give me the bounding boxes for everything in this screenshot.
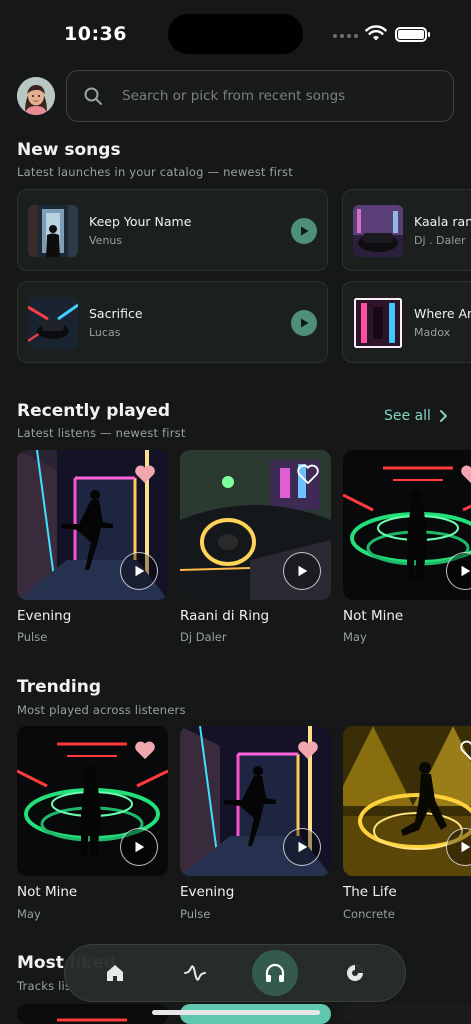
song-tile[interactable]: [343, 726, 471, 876]
play-button[interactable]: [283, 828, 321, 866]
song-cover: [353, 205, 403, 257]
heart-icon[interactable]: [134, 464, 156, 484]
chevron-right-icon: [439, 410, 447, 422]
song-title: Where Am I: [414, 306, 471, 321]
trending-title: Trending: [17, 677, 102, 697]
song-title: Raani di Ring: [180, 608, 270, 624]
song-artist: Dj . Daler: [414, 234, 466, 247]
song-tile[interactable]: [343, 450, 471, 600]
play-icon: [301, 318, 309, 328]
new-song-card[interactable]: Kaala ranga Dj . Daler: [342, 189, 471, 271]
battery-icon: [395, 27, 430, 42]
nav-home[interactable]: [92, 950, 138, 996]
song-cover: [57, 1018, 127, 1022]
see-all-label: See all: [384, 408, 431, 424]
song-artist: Madox: [414, 326, 451, 339]
song-cover: [28, 297, 78, 349]
headphones-icon: [265, 963, 285, 982]
signal-icon: [333, 34, 358, 38]
song-tile[interactable]: [343, 1004, 471, 1024]
home-indicator: [152, 1010, 320, 1015]
play-button[interactable]: [120, 828, 158, 866]
recently-played-subtitle: Latest listens — newest first: [17, 426, 186, 440]
heart-icon[interactable]: [297, 464, 319, 484]
dynamic-island: [168, 14, 303, 54]
song-cover: [28, 205, 78, 257]
heart-icon[interactable]: [460, 740, 471, 760]
search-input[interactable]: [122, 88, 422, 104]
new-song-card[interactable]: Where Am I Madox: [342, 281, 471, 363]
new-songs-title: New songs: [17, 140, 121, 160]
wifi-icon: [365, 25, 387, 41]
pulse-icon: [184, 965, 206, 981]
song-title: Not Mine: [17, 884, 78, 900]
song-artist: Lucas: [89, 326, 121, 339]
heart-icon[interactable]: [460, 464, 471, 484]
song-title: Not Mine: [343, 608, 404, 624]
search-bar[interactable]: [66, 70, 454, 122]
new-song-card[interactable]: Keep Your Name Venus: [17, 189, 328, 271]
play-button[interactable]: [283, 552, 321, 590]
play-icon: [301, 226, 309, 236]
avatar[interactable]: [17, 77, 55, 115]
song-tile[interactable]: [17, 726, 168, 876]
heart-icon[interactable]: [297, 740, 319, 760]
play-icon: [135, 565, 145, 577]
play-icon: [135, 841, 145, 853]
play-button[interactable]: [120, 552, 158, 590]
song-artist: Pulse: [17, 630, 48, 644]
song-artist: May: [343, 630, 367, 644]
song-artist: Dj Daler: [180, 630, 227, 644]
play-icon: [461, 841, 471, 853]
song-title: Keep Your Name: [89, 214, 192, 229]
song-artist: May: [17, 907, 41, 921]
search-icon: [84, 87, 102, 105]
recently-played-title: Recently played: [17, 401, 171, 421]
stats-icon: [347, 965, 363, 981]
nav-activity[interactable]: [172, 950, 218, 996]
play-button[interactable]: [291, 218, 317, 244]
play-button[interactable]: [291, 310, 317, 336]
song-title: Evening: [17, 608, 72, 624]
see-all-link[interactable]: See all: [384, 408, 447, 424]
trending-subtitle: Most played across listeners: [17, 703, 186, 717]
song-title: Kaala ranga: [414, 214, 471, 229]
song-tile[interactable]: [17, 1004, 168, 1024]
song-tile[interactable]: [180, 450, 331, 600]
song-title: Sacrifice: [89, 306, 143, 321]
song-tile[interactable]: [180, 726, 331, 876]
song-artist: Concrete: [343, 907, 395, 921]
song-tile[interactable]: [17, 450, 168, 600]
play-icon: [298, 841, 308, 853]
song-artist: Venus: [89, 234, 123, 247]
new-song-card[interactable]: Sacrifice Lucas: [17, 281, 328, 363]
new-songs-subtitle: Latest launches in your catalog — newest…: [17, 165, 293, 179]
bottom-nav: [64, 944, 406, 1002]
nav-stats[interactable]: [332, 950, 378, 996]
song-cover: [353, 297, 403, 349]
status-bar: 10:36: [0, 0, 471, 70]
nav-listen[interactable]: [252, 950, 298, 996]
heart-icon[interactable]: [134, 740, 156, 760]
status-time: 10:36: [64, 23, 127, 45]
song-title: Evening: [180, 884, 235, 900]
song-artist: Pulse: [180, 907, 211, 921]
song-title: The Life: [343, 884, 397, 900]
home-icon: [107, 965, 123, 981]
play-icon: [461, 565, 471, 577]
play-icon: [298, 565, 308, 577]
